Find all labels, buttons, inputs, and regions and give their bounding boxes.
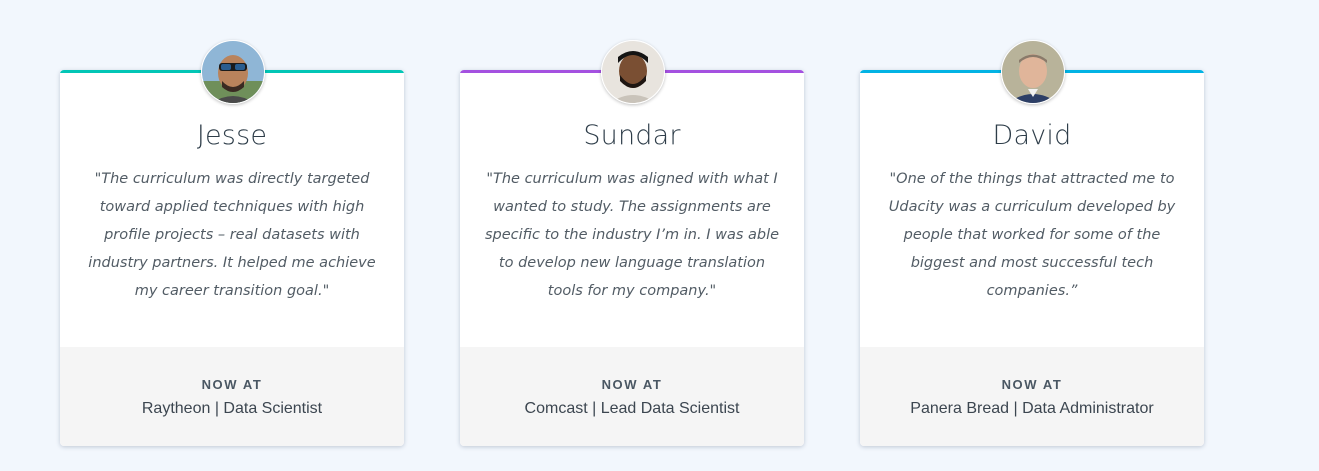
avatar <box>201 40 265 104</box>
now-at-label: NOW AT <box>201 377 263 392</box>
testimonial-card: Jesse "The curriculum was directly targe… <box>60 70 404 446</box>
testimonial-quote: "One of the things that attracted me to … <box>888 171 1176 299</box>
testimonial-quote: "The curriculum was directly targeted to… <box>88 171 376 299</box>
testimonial-card-wrap: David "One of the things that attracted … <box>860 40 1204 446</box>
avatar-photo-jesse-icon <box>202 41 264 103</box>
testimonial-quote: "The curriculum was aligned with what I … <box>484 171 780 299</box>
testimonial-card: David "One of the things that attracted … <box>860 70 1204 446</box>
card-footer: NOW AT Raytheon | Data Scientist <box>60 347 404 446</box>
avatar-photo-sundar-icon <box>602 41 664 103</box>
current-role: Panera Bread | Data Administrator <box>910 400 1154 417</box>
card-footer: NOW AT Comcast | Lead Data Scientist <box>460 347 804 446</box>
now-at-label: NOW AT <box>601 377 663 392</box>
card-footer: NOW AT Panera Bread | Data Administrator <box>860 347 1204 446</box>
now-at-label: NOW AT <box>1001 377 1063 392</box>
avatar-photo-david-icon <box>1002 41 1064 103</box>
current-role: Raytheon | Data Scientist <box>141 400 323 417</box>
testimonial-card: Sundar "The curriculum was aligned with … <box>460 70 804 446</box>
testimonial-card-wrap: Jesse "The curriculum was directly targe… <box>60 40 404 446</box>
avatar <box>1001 40 1065 104</box>
current-role: Comcast | Lead Data Scientist <box>524 400 740 417</box>
testimonial-card-wrap: Sundar "The curriculum was aligned with … <box>460 40 804 446</box>
testimonials-row: Jesse "The curriculum was directly targe… <box>60 40 1204 446</box>
avatar <box>601 40 665 104</box>
